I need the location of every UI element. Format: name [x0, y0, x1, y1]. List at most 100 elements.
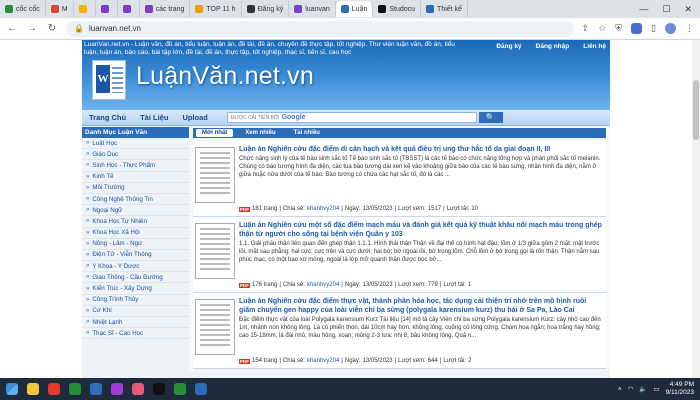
logo-word-icon[interactable]: W	[92, 60, 126, 100]
tab-newest[interactable]: Mới nhất	[196, 129, 234, 137]
battery-icon[interactable]: ▭	[653, 385, 659, 393]
category-item[interactable]: » Luật Học	[82, 138, 189, 150]
post-author-link[interactable]: khanhvy204	[307, 358, 339, 364]
taskbar-app-icon[interactable]	[27, 383, 39, 395]
views-label: Lượt xem:	[398, 358, 426, 364]
document-thumbnail[interactable]	[195, 147, 235, 203]
taskbar-app-icon[interactable]	[174, 383, 186, 395]
maximize-icon[interactable]: ☐	[662, 4, 670, 15]
tab-label: cốc cốc	[16, 5, 40, 13]
nav-documents[interactable]: Tài Liệu	[133, 113, 175, 122]
address-bar: ← → ↻ 🔒 luanvan.net.vn ⇪ ☆ ⛨ ▯ ⋮	[0, 18, 700, 40]
taskbar-app-icon[interactable]	[153, 383, 165, 395]
reload-icon[interactable]: ↻	[46, 23, 58, 34]
double-chevron-icon: »	[86, 184, 90, 191]
double-chevron-icon: »	[86, 196, 90, 203]
thumb-line	[200, 228, 230, 230]
category-item[interactable]: » Thạc Sĩ - Cao Học	[82, 328, 189, 340]
account-links: Đăng ký Đăng nhập Liên hệ	[496, 43, 606, 50]
thumb-line	[200, 248, 230, 250]
category-heading: Danh Mục Luận Văn	[82, 127, 189, 138]
browser-tab[interactable]: Luận	[335, 1, 374, 17]
menu-kebab-icon[interactable]: ⋮	[685, 23, 694, 34]
nav-upload[interactable]: Upload	[175, 113, 214, 122]
category-item[interactable]: » Nhiệt Lạnh	[82, 317, 189, 329]
chevron-up-icon[interactable]: ˄	[618, 386, 622, 393]
document-thumbnail[interactable]	[195, 223, 235, 279]
taskbar-app-icon[interactable]	[90, 383, 102, 395]
contact-link[interactable]: Liên hệ	[583, 43, 606, 50]
category-item[interactable]: » Khoa Học Tự Nhiên	[82, 216, 189, 228]
category-item[interactable]: » Công Trình Thủy	[82, 295, 189, 306]
site-logo-text[interactable]: LuậnVăn.net.vn	[136, 62, 314, 91]
taskbar-app-icon[interactable]	[195, 383, 207, 395]
category-item[interactable]: » Nông - Lâm - Ngư	[82, 239, 189, 250]
category-item[interactable]: » Kiến Trúc - Xây Dựng	[82, 283, 189, 295]
bookmark-star-icon[interactable]: ☆	[598, 23, 606, 34]
browser-tab[interactable]: cốc cốc	[0, 1, 46, 17]
double-chevron-icon: »	[86, 263, 90, 270]
profile-avatar-icon[interactable]	[665, 23, 676, 34]
tab-most-viewed[interactable]: Xem nhiều	[239, 129, 281, 137]
post-author-link[interactable]: khanhvy204	[307, 206, 339, 212]
browser-tab[interactable]	[118, 1, 140, 17]
taskbar-app-icon[interactable]	[48, 383, 60, 395]
category-item[interactable]: » Ngoại Ngữ	[82, 205, 189, 217]
browser-tab[interactable]: Studocu	[373, 1, 422, 17]
url-field[interactable]: 🔒 luanvan.net.vn	[66, 20, 574, 37]
thumb-line	[200, 309, 230, 311]
browser-tab[interactable]	[74, 1, 96, 17]
wifi-icon[interactable]: ◠	[628, 385, 634, 393]
search-input[interactable]: ĐƯỢC CẢI TIẾN BỞI Google	[226, 112, 477, 123]
scrollbar-thumb[interactable]	[693, 80, 699, 140]
tab-favicon-icon	[426, 5, 435, 13]
browser-tab[interactable]: luanvan	[289, 1, 336, 17]
browser-tab[interactable]	[96, 1, 118, 17]
category-item[interactable]: » Công Nghệ Thông Tin	[82, 194, 189, 206]
category-item[interactable]: » Điện Tử - Viễn Thông	[82, 250, 189, 262]
page-scrollbar[interactable]	[692, 40, 700, 378]
sidebar-panel-icon[interactable]: ▯	[651, 23, 656, 34]
category-item[interactable]: » Kinh Tế	[82, 172, 189, 183]
browser-tab[interactable]: TOP 11 h	[190, 1, 242, 17]
category-item[interactable]: » Sinh Học - Thực Phẩm	[82, 160, 189, 172]
login-link[interactable]: Đăng nhập	[536, 43, 570, 50]
browser-tab[interactable]: Đăng ký	[242, 1, 290, 17]
post-author-link[interactable]: khanhvy204	[307, 282, 339, 288]
back-icon[interactable]: ←	[6, 23, 18, 34]
clock[interactable]: 4:49 PM 9/11/2023	[666, 381, 694, 397]
category-label: Môi Trường	[92, 184, 125, 192]
share-icon[interactable]: ⇪	[582, 23, 590, 34]
taskbar-app-icon[interactable]	[132, 383, 144, 395]
category-label: Luật Học	[92, 139, 118, 147]
minimize-icon[interactable]: —	[639, 4, 648, 15]
forward-icon[interactable]: →	[26, 23, 38, 34]
category-item[interactable]: » Giáo Dục	[82, 149, 189, 161]
tab-label: Thiết kế	[437, 5, 462, 13]
browser-tab[interactable]: các trang	[140, 1, 191, 17]
close-icon[interactable]: ✕	[684, 4, 692, 15]
tab-most-downloaded[interactable]: Tải nhiều	[288, 129, 326, 137]
browser-tab[interactable]: M	[46, 1, 74, 17]
tab-favicon-icon	[78, 5, 87, 13]
post-views: 644	[427, 358, 438, 364]
nav-home[interactable]: Trang Chủ	[82, 113, 133, 122]
taskbar-app-icon[interactable]	[69, 383, 81, 395]
search-button[interactable]: 🔍	[478, 112, 503, 123]
windows-start-icon[interactable]	[6, 383, 18, 395]
category-item[interactable]: » Cơ Khí	[82, 306, 189, 317]
extension-icon[interactable]	[631, 23, 643, 34]
register-link[interactable]: Đăng ký	[496, 43, 521, 50]
category-item[interactable]: » Khoa Học Xã Hội	[82, 228, 189, 239]
category-item[interactable]: » Giao Thông - Cầu Đường	[82, 272, 189, 284]
post-title-link[interactable]: Luận án Nghiên cứu một số đặc điểm mạch …	[239, 221, 604, 239]
post-title-link[interactable]: Luận án Nghiên cứu đặc điểm di căn hạch …	[239, 145, 604, 154]
post-title-link[interactable]: Luận án Nghiên cứu đặc điểm thực vật, th…	[239, 297, 604, 315]
browser-tab[interactable]: Thiết kế	[421, 1, 468, 17]
shield-icon[interactable]: ⛨	[615, 23, 622, 34]
document-thumbnail[interactable]	[195, 299, 235, 355]
taskbar-app-icon[interactable]	[111, 383, 123, 395]
volume-icon[interactable]: 🔈	[639, 385, 647, 393]
category-item[interactable]: » Y Khoa - Y Dược	[82, 261, 189, 273]
category-item[interactable]: » Môi Trường	[82, 183, 189, 194]
